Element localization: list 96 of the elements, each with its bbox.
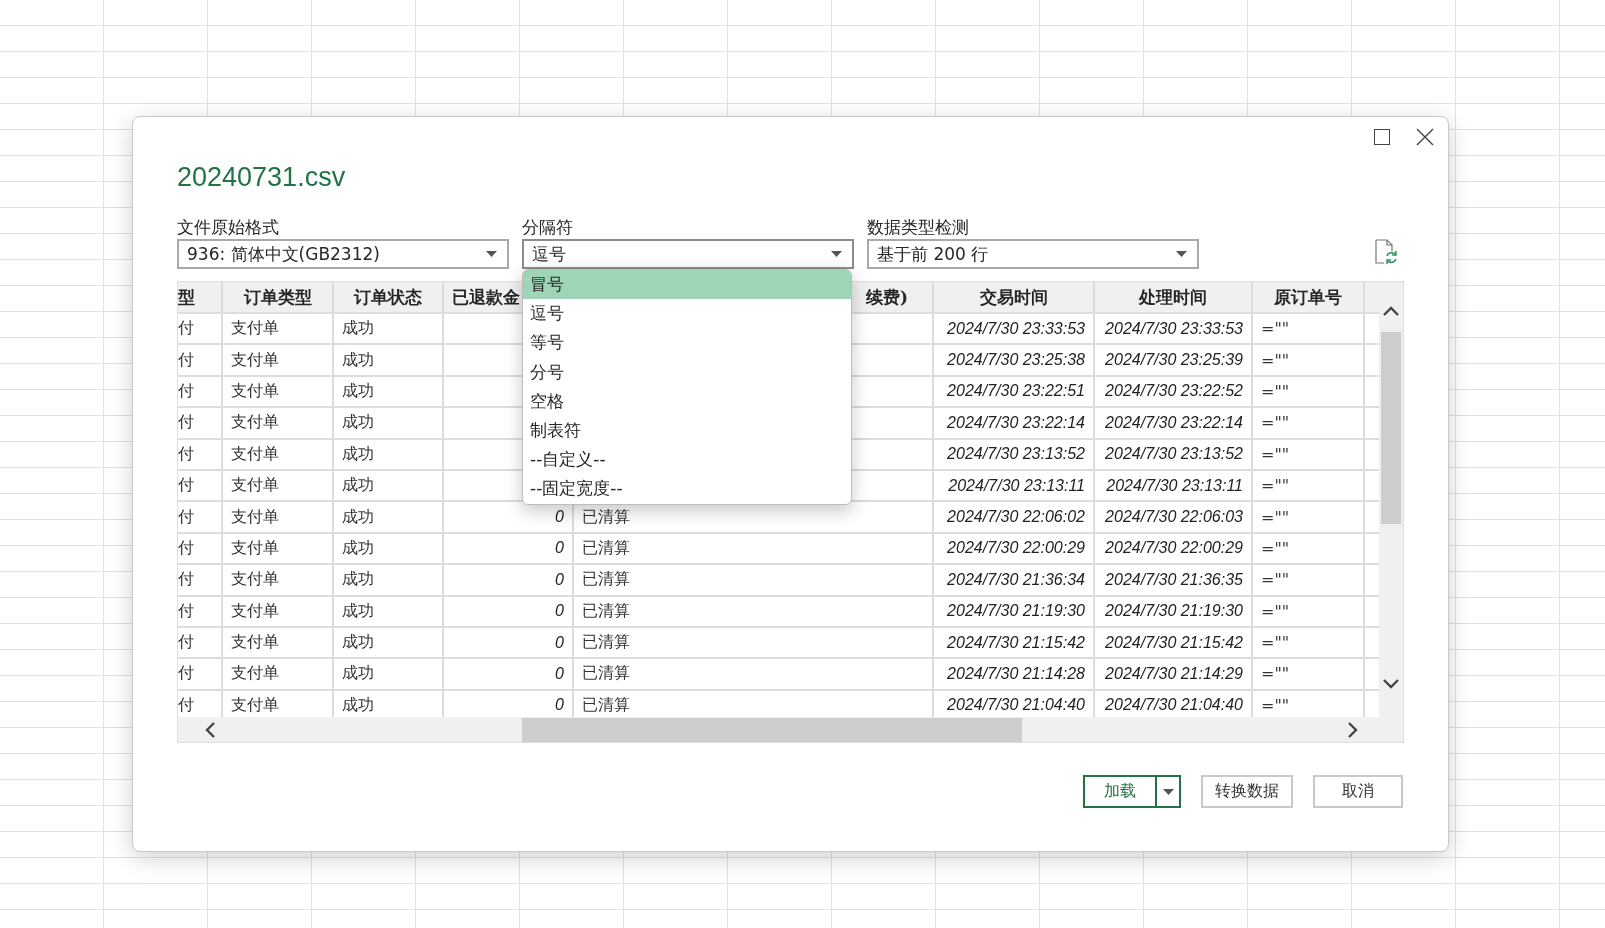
table-cell: ="" bbox=[1261, 601, 1290, 621]
table-cell: 2024/7/30 22:00:29 bbox=[1105, 539, 1243, 558]
table-cell: ="" bbox=[1261, 633, 1290, 653]
table-cell: 2024/7/30 23:13:52 bbox=[947, 445, 1085, 464]
table-cell: 付 bbox=[178, 632, 194, 654]
table-cell: ="" bbox=[1261, 570, 1290, 590]
table-cell: 已清算 bbox=[582, 537, 630, 559]
table-cell: 2024/7/30 22:06:02 bbox=[947, 508, 1085, 527]
table-cell: 2024/7/30 22:06:03 bbox=[1105, 508, 1243, 527]
table-cell: 付 bbox=[178, 349, 194, 371]
table-cell: ="" bbox=[1261, 381, 1290, 401]
table-cell: ="" bbox=[1261, 538, 1290, 558]
field-label: 文件原始格式 bbox=[177, 216, 279, 239]
table-cell: 2024/7/30 21:04:40 bbox=[1105, 696, 1243, 715]
table-cell: 2024/7/30 23:22:52 bbox=[1105, 382, 1243, 401]
table-cell: 0 bbox=[555, 665, 564, 683]
table-cell: 支付单 bbox=[231, 349, 279, 371]
table-cell: 2024/7/30 23:33:53 bbox=[1105, 319, 1243, 338]
table-cell: 2024/7/30 21:19:30 bbox=[947, 602, 1085, 621]
table-cell: 成功 bbox=[342, 506, 374, 528]
table-cell: ="" bbox=[1261, 664, 1290, 684]
table-cell: 成功 bbox=[342, 569, 374, 591]
table-cell: 支付单 bbox=[231, 380, 279, 402]
table-cell: 支付单 bbox=[231, 632, 279, 654]
table-cell: 2024/7/30 23:33:53 bbox=[947, 319, 1085, 338]
table-cell: 已清算 bbox=[582, 569, 630, 591]
table-cell: 已清算 bbox=[582, 600, 630, 622]
table-cell: 0 bbox=[555, 602, 564, 621]
table-cell: 支付单 bbox=[231, 443, 279, 465]
table-cell: 2024/7/30 21:36:35 bbox=[1105, 570, 1243, 589]
table-cell: ="" bbox=[1261, 413, 1290, 433]
table-cell: 成功 bbox=[342, 380, 374, 402]
table-cell: 已清算 bbox=[582, 663, 630, 685]
table-cell: 0 bbox=[555, 633, 564, 652]
table-cell: ="" bbox=[1261, 319, 1290, 339]
table-cell: 付 bbox=[178, 506, 194, 528]
field-label: 分隔符 bbox=[522, 216, 573, 239]
table-cell: 付 bbox=[178, 380, 194, 402]
table-cell: 0 bbox=[555, 570, 564, 589]
table-cell: 付 bbox=[178, 663, 194, 685]
table-cell: 成功 bbox=[342, 443, 374, 465]
field-label: 数据类型检测 bbox=[867, 216, 969, 239]
dialog-title: 20240731.csv bbox=[177, 161, 346, 194]
table-cell: 支付单 bbox=[231, 600, 279, 622]
table-cell: 2024/7/30 21:15:42 bbox=[1105, 633, 1243, 652]
table-cell: 成功 bbox=[342, 475, 374, 497]
table-cell: 成功 bbox=[342, 600, 374, 622]
table-cell: 付 bbox=[178, 537, 194, 559]
table-cell: 成功 bbox=[342, 318, 374, 340]
table-cell: 付 bbox=[178, 569, 194, 591]
table-cell: 付 bbox=[178, 600, 194, 622]
table-cell: 2024/7/30 23:13:11 bbox=[948, 476, 1085, 495]
table-cell: 付 bbox=[178, 694, 194, 716]
table-cell: 付 bbox=[178, 443, 194, 465]
table-cell: 成功 bbox=[342, 663, 374, 685]
table-cell: 2024/7/30 23:13:52 bbox=[1105, 445, 1243, 464]
table-cell: 2024/7/30 21:14:29 bbox=[1105, 665, 1243, 683]
table-cell: 2024/7/30 22:00:29 bbox=[947, 539, 1085, 558]
table-cell: 2024/7/30 21:15:42 bbox=[947, 633, 1085, 652]
table-cell: 2024/7/30 23:22:14 bbox=[1105, 413, 1243, 432]
table-cell: 2024/7/30 23:22:14 bbox=[947, 413, 1085, 432]
table-cell: ="" bbox=[1261, 476, 1290, 496]
table-cell: 已清算 bbox=[582, 506, 630, 528]
table-cell: 2024/7/30 23:25:39 bbox=[1105, 351, 1243, 370]
table-cell: 2024/7/30 23:22:51 bbox=[947, 382, 1085, 401]
table-cell: 2024/7/30 23:25:38 bbox=[947, 351, 1085, 370]
table-cell: 支付单 bbox=[231, 569, 279, 591]
table-cell: ="" bbox=[1261, 695, 1290, 715]
table-cell: ="" bbox=[1261, 507, 1290, 527]
table-cell: 支付单 bbox=[231, 694, 279, 716]
table-cell: 成功 bbox=[342, 694, 374, 716]
table-cell: 成功 bbox=[342, 349, 374, 371]
table-cell: 2024/7/30 21:36:34 bbox=[947, 570, 1085, 589]
table-cell: 成功 bbox=[342, 632, 374, 654]
table-cell: 2024/7/30 21:04:40 bbox=[947, 696, 1085, 715]
table-cell: 2024/7/30 23:13:11 bbox=[1106, 476, 1243, 495]
table-cell: 付 bbox=[178, 475, 194, 497]
table-cell: ="" bbox=[1261, 444, 1290, 464]
table-cell: 支付单 bbox=[231, 537, 279, 559]
table-cell: 已清算 bbox=[582, 632, 630, 654]
table-cell: 支付单 bbox=[231, 412, 279, 434]
table-cell: 支付单 bbox=[231, 663, 279, 685]
table-cell: 0 bbox=[555, 508, 564, 527]
table-cell: 2024/7/30 21:14:28 bbox=[947, 665, 1085, 683]
table-cell: 支付单 bbox=[231, 318, 279, 340]
table-cell: 支付单 bbox=[231, 506, 279, 528]
table-cell: 付 bbox=[178, 318, 194, 340]
table-cell: 2024/7/30 21:19:30 bbox=[1105, 602, 1243, 621]
table-cell: ="" bbox=[1261, 350, 1290, 370]
table-cell: 成功 bbox=[342, 412, 374, 434]
table-cell: 0 bbox=[555, 696, 564, 715]
table-cell: 0 bbox=[555, 539, 564, 558]
table-cell: 已清算 bbox=[582, 694, 630, 716]
table-cell: 支付单 bbox=[231, 475, 279, 497]
table-cell: 付 bbox=[178, 412, 194, 434]
table-cell: 成功 bbox=[342, 537, 374, 559]
